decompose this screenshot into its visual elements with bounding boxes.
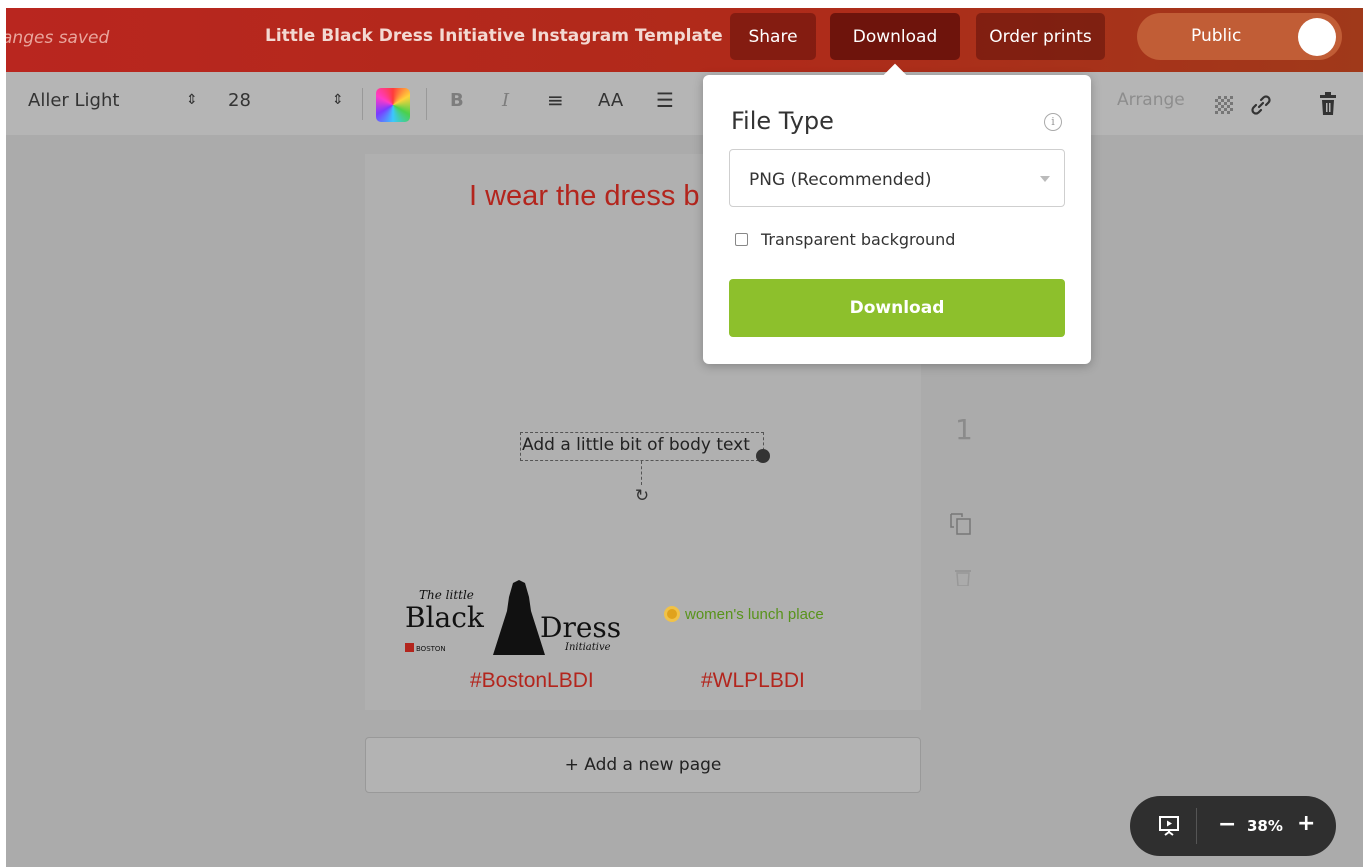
file-type-value: PNG (Recommended) <box>749 170 932 190</box>
delete-page-icon[interactable] <box>955 568 971 586</box>
hashtag-left[interactable]: #BostonLBDI <box>470 669 594 693</box>
logo-the-little: The little <box>419 588 474 602</box>
partner-logo-text: women's lunch place <box>685 606 824 623</box>
zoom-control: − 38% + <box>1130 796 1336 856</box>
bold-button[interactable]: B <box>450 90 464 111</box>
boston-mark <box>405 643 414 652</box>
align-icon[interactable]: ≡ <box>547 88 564 112</box>
little-black-dress-logo[interactable]: The little Black Dress Initiative BOSTON <box>405 579 645 661</box>
arrange-button[interactable]: Arrange <box>1117 90 1185 110</box>
file-type-title: File Type <box>731 107 834 135</box>
editor-app: anges saved Little Black Dress Initiativ… <box>6 8 1363 867</box>
dress-icon <box>493 580 545 655</box>
order-prints-button[interactable]: Order prints <box>976 13 1105 60</box>
toolbar-divider <box>426 88 427 120</box>
rotate-handle-stem <box>641 461 642 485</box>
logo-initiative: Initiative <box>564 642 611 653</box>
zoom-level[interactable]: 38% <box>1247 817 1283 835</box>
transparency-icon[interactable] <box>1215 96 1233 114</box>
present-icon[interactable] <box>1159 816 1179 836</box>
text-toolbar: Aller Light ⇕ 28 ⇕ B I ≡ AA ☰ Arrange <box>6 72 1363 135</box>
toolbar-divider <box>362 88 363 120</box>
duplicate-page-icon[interactable] <box>950 513 972 535</box>
download-button[interactable]: Download <box>830 13 960 60</box>
public-toggle[interactable]: Public <box>1137 13 1342 60</box>
list-icon[interactable]: ☰ <box>656 88 674 112</box>
share-button[interactable]: Share <box>730 13 816 60</box>
logo-dress: Dress <box>540 611 621 644</box>
document-title[interactable]: Little Black Dress Initiative Instagram … <box>265 26 723 46</box>
hashtag-right[interactable]: #WLPLBDI <box>701 669 805 693</box>
zoom-divider <box>1196 808 1197 844</box>
flower-icon <box>664 606 680 622</box>
toggle-knob <box>1298 18 1336 56</box>
chevron-down-icon <box>1040 176 1050 182</box>
trash-icon[interactable] <box>1319 92 1337 116</box>
file-type-select[interactable]: PNG (Recommended) <box>729 149 1065 207</box>
transparent-background-label[interactable]: Transparent background <box>761 230 955 249</box>
logo-boston: BOSTON <box>416 645 446 653</box>
transparent-background-checkbox[interactable] <box>735 233 748 246</box>
public-toggle-label: Public <box>1191 26 1242 46</box>
womens-lunch-place-logo[interactable]: women's lunch place <box>664 606 824 623</box>
download-popover: File Type i PNG (Recommended) Transparen… <box>703 63 1091 364</box>
headline-text[interactable]: I wear the dress b <box>469 180 700 213</box>
letter-case-button[interactable]: AA <box>598 90 623 111</box>
confirm-download-button[interactable]: Download <box>729 279 1065 337</box>
font-size-select[interactable]: 28 <box>228 90 251 111</box>
zoom-out-button[interactable]: − <box>1218 812 1236 837</box>
resize-handle[interactable] <box>756 449 770 463</box>
zoom-in-button[interactable]: + <box>1297 811 1315 836</box>
text-color-picker[interactable] <box>376 88 410 122</box>
body-text-box[interactable]: Add a little bit of body text <box>520 432 764 461</box>
info-icon[interactable]: i <box>1044 113 1062 131</box>
top-header-bar: anges saved Little Black Dress Initiativ… <box>6 8 1363 72</box>
page-number: 1 <box>955 413 973 446</box>
rotate-icon[interactable]: ↻ <box>633 487 651 505</box>
add-new-page-button[interactable]: + Add a new page <box>365 737 921 793</box>
link-icon[interactable] <box>1250 94 1272 116</box>
font-family-spinner-icon[interactable]: ⇕ <box>186 92 198 108</box>
font-size-spinner-icon[interactable]: ⇕ <box>332 92 344 108</box>
font-family-select[interactable]: Aller Light <box>28 90 119 111</box>
logo-black: Black <box>405 601 485 634</box>
italic-button[interactable]: I <box>502 90 509 111</box>
save-status: anges saved <box>6 28 110 48</box>
